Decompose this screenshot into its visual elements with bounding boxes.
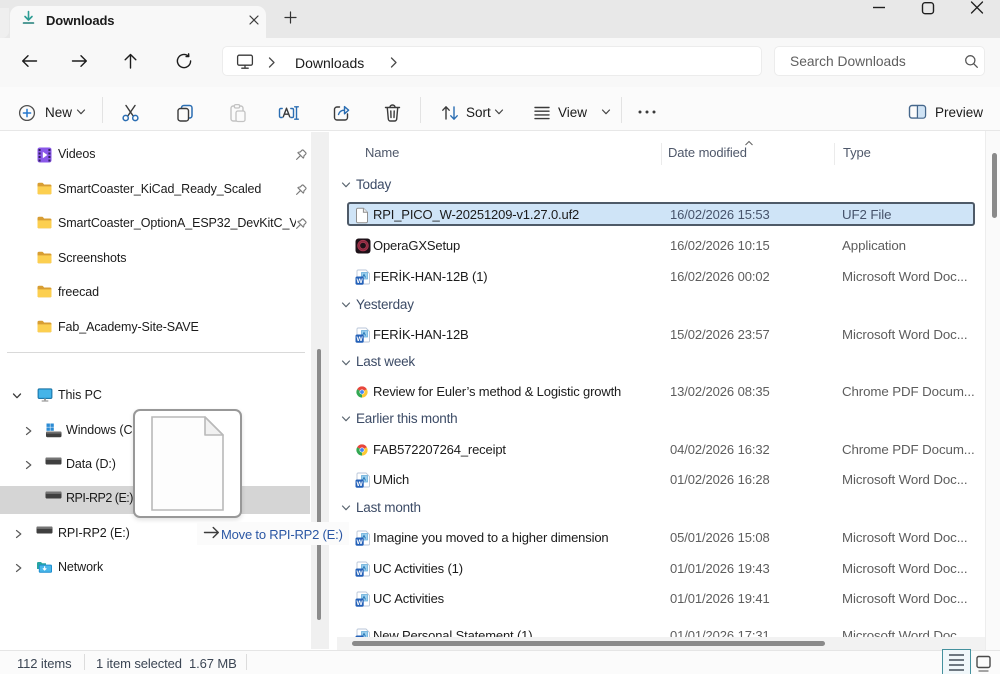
svg-text:W: W	[356, 569, 363, 576]
svg-text:W: W	[356, 600, 363, 607]
svg-text:W: W	[356, 539, 363, 546]
svg-text:W: W	[356, 481, 363, 488]
svg-text:W: W	[356, 278, 363, 285]
svg-text:W: W	[356, 336, 363, 343]
